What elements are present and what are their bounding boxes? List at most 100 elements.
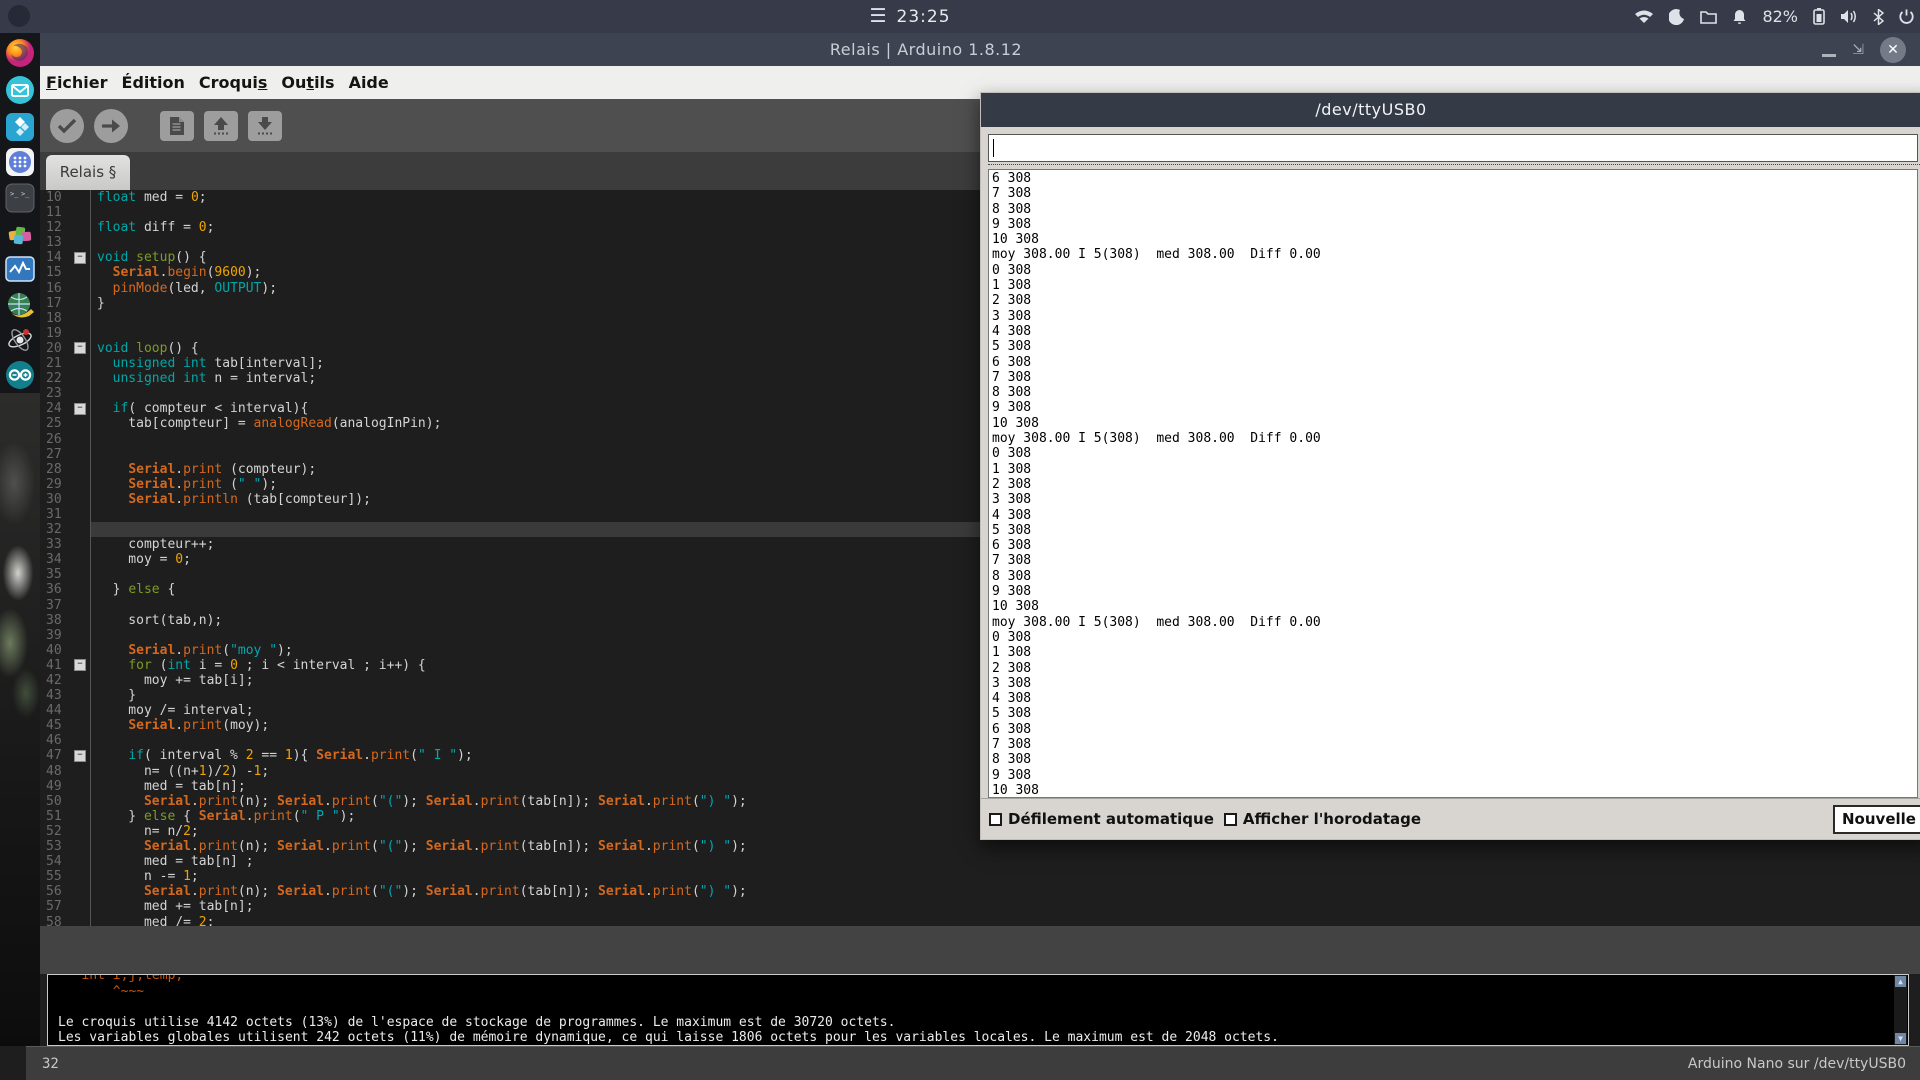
editor-line[interactable]: 57 med += tab[n]; <box>40 899 1920 914</box>
blocks-icon[interactable] <box>5 219 35 249</box>
save-sketch-button[interactable] <box>248 111 282 141</box>
console-line: Les variables globales utilisent 242 oct… <box>58 1030 1908 1046</box>
panel-menu-icon[interactable] <box>8 5 30 27</box>
serial-output-line: 3 308 <box>992 676 1917 691</box>
window-controls: ⇲ ✕ <box>1822 37 1906 63</box>
close-button[interactable]: ✕ <box>1880 37 1906 63</box>
fold-gutter <box>74 764 90 779</box>
fold-marker-icon[interactable]: − <box>74 659 86 671</box>
fold-gutter[interactable]: − <box>74 748 90 763</box>
menu-item[interactable]: Outils <box>281 73 334 92</box>
files-icon[interactable] <box>1700 10 1717 24</box>
arduino-icon[interactable] <box>5 360 35 390</box>
new-sketch-button[interactable] <box>160 111 194 141</box>
notifications-icon[interactable] <box>1732 9 1747 25</box>
fold-gutter[interactable]: − <box>74 401 90 416</box>
line-number: 13 <box>40 235 74 250</box>
ide-window-title: Relais | Arduino 1.8.12 <box>830 40 1022 59</box>
editor-line[interactable]: 53 Serial.print(n); Serial.print("("); S… <box>40 839 1920 854</box>
line-number: 15 <box>40 265 74 280</box>
serial-output-line: 9 308 <box>992 400 1917 415</box>
serial-output-line: 2 308 <box>992 661 1917 676</box>
serial-output-line: 9 308 <box>992 584 1917 599</box>
fold-marker-icon[interactable]: − <box>74 750 86 762</box>
serial-output-line: 0 308 <box>992 263 1917 278</box>
serial-monitor-title-bar[interactable]: /dev/ttyUSB0 <box>981 93 1920 127</box>
line-number: 56 <box>40 884 74 899</box>
clock-group[interactable]: ☰ 23:25 <box>869 0 950 33</box>
code-text[interactable]: Serial.print(n); Serial.print("("); Seri… <box>90 884 1920 899</box>
ide-title-bar: Relais | Arduino 1.8.12 ⇲ ✕ <box>0 33 1920 66</box>
autoscroll-checkbox[interactable] <box>989 813 1002 826</box>
hamburger-icon[interactable]: ☰ <box>869 0 886 33</box>
line-number: 24 <box>40 401 74 416</box>
fold-marker-icon[interactable]: − <box>74 342 86 354</box>
fold-gutter <box>74 356 90 371</box>
fold-gutter[interactable]: − <box>74 250 90 265</box>
terminal-icon[interactable]: >_>_ <box>5 183 35 213</box>
fold-marker-icon[interactable]: − <box>74 403 86 415</box>
fold-gutter[interactable]: − <box>74 658 90 673</box>
fold-gutter <box>74 703 90 718</box>
code-text[interactable]: med /= 2; <box>90 915 1920 927</box>
build-console: int i,j,temp; ^~~~ Le croquis utilise 41… <box>47 974 1909 1046</box>
fold-gutter <box>74 567 90 582</box>
scroll-down-icon[interactable]: ▼ <box>1895 1033 1906 1044</box>
tab-relais[interactable]: Relais § <box>46 155 130 190</box>
line-ending-select[interactable]: Nouvelle ligne <box>1833 805 1920 834</box>
code-text[interactable]: Serial.print(n); Serial.print("("); Seri… <box>90 839 1920 854</box>
console-line: int i,j,temp; <box>58 974 1908 984</box>
line-number: 30 <box>40 492 74 507</box>
restore-button[interactable]: ⇲ <box>1852 42 1864 58</box>
serial-output-line: 1 308 <box>992 278 1917 293</box>
editor-line[interactable]: 54 med = tab[n] ; <box>40 854 1920 869</box>
serial-output-line: 5 308 <box>992 523 1917 538</box>
volume-icon[interactable] <box>1840 9 1858 24</box>
serial-send-input[interactable] <box>988 134 1918 162</box>
code-text[interactable]: med += tab[n]; <box>90 899 1920 914</box>
system-top-bar: ☰ 23:25 82% <box>0 0 1920 33</box>
line-number: 21 <box>40 356 74 371</box>
battery-icon[interactable] <box>1813 8 1825 25</box>
editor-line[interactable]: 58 med /= 2; <box>40 915 1920 927</box>
menu-item[interactable]: Fichier <box>46 73 108 92</box>
editor-line[interactable]: 56 Serial.print(n); Serial.print("("); S… <box>40 884 1920 899</box>
menu-item[interactable]: Aide <box>349 73 389 92</box>
web-globe-icon[interactable] <box>5 289 35 319</box>
fold-gutter <box>74 311 90 326</box>
editor-line[interactable]: 55 n -= 1; <box>40 869 1920 884</box>
upload-button[interactable] <box>94 109 128 143</box>
app-drawer-icon[interactable] <box>5 147 35 177</box>
wifi-icon[interactable] <box>1634 9 1654 25</box>
atom-icon[interactable] <box>5 324 35 354</box>
fold-gutter[interactable]: − <box>74 341 90 356</box>
serial-output[interactable]: 6 3087 3088 3089 30810 308moy 308.00 I 5… <box>988 169 1918 798</box>
fold-gutter <box>74 613 90 628</box>
serial-output-line: 6 308 <box>992 171 1917 186</box>
verify-button[interactable] <box>50 109 84 143</box>
board-port-indicator: Arduino Nano sur /dev/ttyUSB0 <box>1688 1056 1906 1072</box>
clock[interactable]: 23:25 <box>897 7 951 27</box>
open-sketch-button[interactable] <box>204 111 238 141</box>
minimize-button[interactable] <box>1822 54 1836 57</box>
mail-icon[interactable] <box>5 75 35 105</box>
menu-item[interactable]: Édition <box>122 73 185 92</box>
fold-gutter <box>74 537 90 552</box>
serial-output-line: 0 308 <box>992 630 1917 645</box>
fold-marker-icon[interactable]: − <box>74 252 86 264</box>
serial-output-line: moy 308.00 I 5(308) med 308.00 Diff 0.00 <box>992 247 1917 262</box>
power-icon[interactable] <box>1899 9 1914 25</box>
code-text[interactable]: med = tab[n] ; <box>90 854 1920 869</box>
system-monitor-icon[interactable] <box>5 254 35 284</box>
firefox-icon[interactable] <box>5 38 35 68</box>
timestamp-checkbox[interactable] <box>1224 813 1237 826</box>
fold-gutter <box>74 462 90 477</box>
menu-item[interactable]: Croquis <box>199 73 267 92</box>
console-scrollbar[interactable]: ▲ ▼ <box>1894 975 1907 1045</box>
scroll-up-icon[interactable]: ▲ <box>1895 976 1906 987</box>
kodi-icon[interactable] <box>5 112 35 142</box>
bluetooth-icon[interactable] <box>1873 9 1884 25</box>
console-divider[interactable] <box>40 926 1920 974</box>
night-mode-icon[interactable] <box>1669 9 1685 25</box>
code-text[interactable]: n -= 1; <box>90 869 1920 884</box>
